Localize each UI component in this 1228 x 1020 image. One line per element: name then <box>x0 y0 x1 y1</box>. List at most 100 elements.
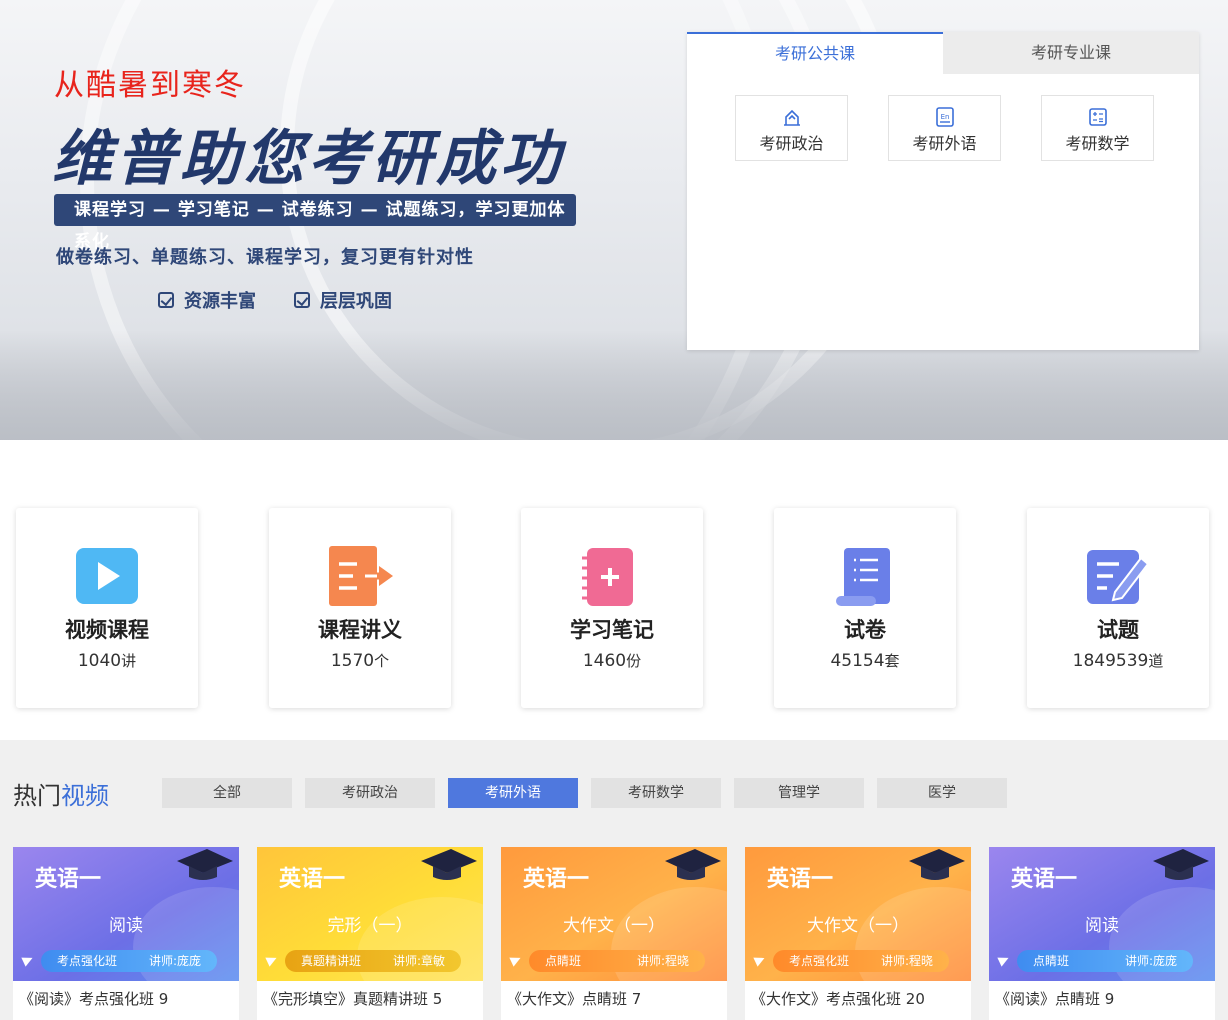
notebook-icon <box>582 548 633 606</box>
video-teacher: 讲师:庞庞 <box>1124 954 1177 968</box>
video-teacher: 讲师:章敏 <box>392 954 445 968</box>
stat-name: 课程讲义 <box>318 618 402 642</box>
hot-videos-title: 热门视频 <box>13 782 109 810</box>
stat-count: 1570个 <box>330 651 390 671</box>
video-ribbon: 点睛班 讲师:庞庞 <box>1017 950 1193 972</box>
hero-title: 维普助您考研成功 <box>52 124 564 194</box>
subject-label: 考研外语 <box>912 134 977 153</box>
video-language: 英语一 <box>35 867 102 892</box>
video-class: 考点强化班 <box>57 954 118 968</box>
stat-exam-papers[interactable]: 试卷 45154套 <box>774 508 956 708</box>
paper-plane-icon <box>753 953 767 967</box>
video-topic: 大作文（一） <box>807 916 909 936</box>
video-thumbnail[interactable]: 英语一 阅读 考点强化班 讲师:庞庞 <box>13 847 239 981</box>
video-ribbon: 考点强化班 讲师:庞庞 <box>41 950 217 972</box>
video-teacher: 讲师:程晓 <box>636 954 689 968</box>
video-language: 英语一 <box>1011 867 1078 892</box>
question-edit-icon <box>1087 550 1150 604</box>
tab-public-course[interactable]: 考研公共课 <box>687 32 943 74</box>
subject-math-button[interactable]: 考研数学 <box>1041 95 1154 161</box>
paper-plane-icon <box>509 953 523 967</box>
video-card[interactable]: 英语一 完形（一） 真题精讲班 讲师:章敏 《完形填空》真题精讲班 5 <box>257 847 483 1020</box>
subject-label: 考研数学 <box>1065 134 1130 153</box>
video-thumbnail[interactable]: 英语一 完形（一） 真题精讲班 讲师:章敏 <box>257 847 483 981</box>
video-teacher: 讲师:庞庞 <box>148 954 201 968</box>
stat-name: 试卷 <box>844 618 886 642</box>
video-caption[interactable]: 《阅读》点睛班 9 <box>995 988 1114 1009</box>
filter-tab-politics[interactable]: 考研政治 <box>305 778 435 808</box>
video-topic: 完形（一） <box>327 916 413 936</box>
checkbox-icon <box>158 292 174 308</box>
video-ribbon: 真题精讲班 讲师:章敏 <box>285 950 461 972</box>
subject-label: 考研政治 <box>759 134 824 153</box>
hero-check-resources: 资源丰富 <box>158 287 256 313</box>
hot-videos-section: 热门视频 全部 考研政治 考研外语 考研数学 管理学 医学 英语一 阅读 考点强… <box>0 740 1228 1020</box>
svg-text:En: En <box>940 113 949 121</box>
stat-count: 1460份 <box>582 651 642 671</box>
graduation-cap-icon <box>177 849 233 880</box>
video-caption[interactable]: 《阅读》考点强化班 9 <box>19 988 168 1009</box>
video-thumbnail[interactable]: 英语一 大作文（一） 考点强化班 讲师:程晓 <box>745 847 971 981</box>
graduation-cap-icon <box>421 849 477 880</box>
video-class: 真题精讲班 <box>301 954 362 968</box>
filter-tab-medicine[interactable]: 医学 <box>877 778 1007 808</box>
stat-video-courses[interactable]: 视频课程 1040讲 <box>16 508 198 708</box>
tab-major-course[interactable]: 考研专业课 <box>943 32 1199 74</box>
video-caption[interactable]: 《大作文》点睛班 7 <box>507 988 641 1009</box>
hero-band: 课程学习 — 学习笔记 — 试卷练习 — 试题练习，学习更加体系化 <box>54 194 576 252</box>
paper-plane-icon <box>21 953 35 967</box>
math-icon <box>1088 108 1107 126</box>
stat-name: 学习笔记 <box>570 618 654 642</box>
video-card[interactable]: 英语一 大作文（一） 考点强化班 讲师:程晓 《大作文》考点强化班 20 <box>745 847 971 1020</box>
stat-handouts[interactable]: 课程讲义 1570个 <box>269 508 451 708</box>
filter-tab-math[interactable]: 考研数学 <box>591 778 721 808</box>
subject-english-button[interactable]: En 考研外语 <box>888 95 1001 161</box>
paper-plane-icon <box>997 953 1011 967</box>
video-card[interactable]: 英语一 阅读 考点强化班 讲师:庞庞 《阅读》考点强化班 9 <box>13 847 239 1020</box>
video-thumbnail[interactable]: 英语一 大作文（一） 点睛班 讲师:程晓 <box>501 847 727 981</box>
filter-tab-management[interactable]: 管理学 <box>734 778 864 808</box>
politics-icon <box>783 109 800 126</box>
graduation-cap-icon <box>665 849 721 880</box>
stat-count: 1849539道 <box>1072 651 1164 671</box>
stat-count: 45154套 <box>830 651 900 671</box>
video-card[interactable]: 英语一 阅读 点睛班 讲师:庞庞 《阅读》点睛班 9 <box>989 847 1215 1020</box>
hero-description: 做卷练习、单题练习、课程学习，复习更有针对性 <box>56 247 474 268</box>
video-class: 点睛班 <box>545 954 582 968</box>
subject-politics-button[interactable]: 考研政治 <box>735 95 848 161</box>
video-class: 考点强化班 <box>789 954 850 968</box>
video-topic: 大作文（一） <box>563 916 665 936</box>
video-ribbon: 考点强化班 讲师:程晓 <box>773 950 949 972</box>
video-thumbnail[interactable]: 英语一 阅读 点睛班 讲师:庞庞 <box>989 847 1215 981</box>
course-panel: 考研公共课 考研专业课 考研政治 En 考研外语 考研数学 <box>687 32 1199 350</box>
video-language: 英语一 <box>279 867 346 892</box>
video-caption[interactable]: 《完形填空》真题精讲班 5 <box>263 988 442 1009</box>
video-caption[interactable]: 《大作文》考点强化班 20 <box>751 988 925 1009</box>
hero-check-consolidate: 层层巩固 <box>294 287 392 313</box>
stat-name: 视频课程 <box>65 618 149 642</box>
video-ribbon: 点睛班 讲师:程晓 <box>529 950 705 972</box>
video-topic: 阅读 <box>109 916 143 936</box>
filter-tab-english[interactable]: 考研外语 <box>448 778 578 808</box>
course-panel-tabs: 考研公共课 考研专业课 <box>687 32 1199 74</box>
video-language: 英语一 <box>767 867 834 892</box>
exam-scroll-icon <box>836 548 890 606</box>
hero-tagline: 从酷暑到寒冬 <box>54 68 246 103</box>
video-language: 英语一 <box>523 867 590 892</box>
handout-icon <box>329 546 393 606</box>
paper-plane-icon <box>265 953 279 967</box>
video-play-icon <box>76 548 138 604</box>
graduation-cap-icon <box>909 849 965 880</box>
stat-study-notes[interactable]: 学习笔记 1460份 <box>521 508 703 708</box>
video-card[interactable]: 英语一 大作文（一） 点睛班 讲师:程晓 《大作文》点睛班 7 <box>501 847 727 1020</box>
stat-name: 试题 <box>1097 618 1139 642</box>
checkbox-icon <box>294 292 310 308</box>
video-class: 点睛班 <box>1033 954 1070 968</box>
filter-tab-all[interactable]: 全部 <box>162 778 292 808</box>
hero-check-label: 层层巩固 <box>320 291 392 312</box>
video-teacher: 讲师:程晓 <box>880 954 933 968</box>
stat-questions[interactable]: 试题 1849539道 <box>1027 508 1209 708</box>
hero-check-label: 资源丰富 <box>184 291 256 312</box>
stat-count: 1040讲 <box>77 651 137 671</box>
graduation-cap-icon <box>1153 849 1209 880</box>
